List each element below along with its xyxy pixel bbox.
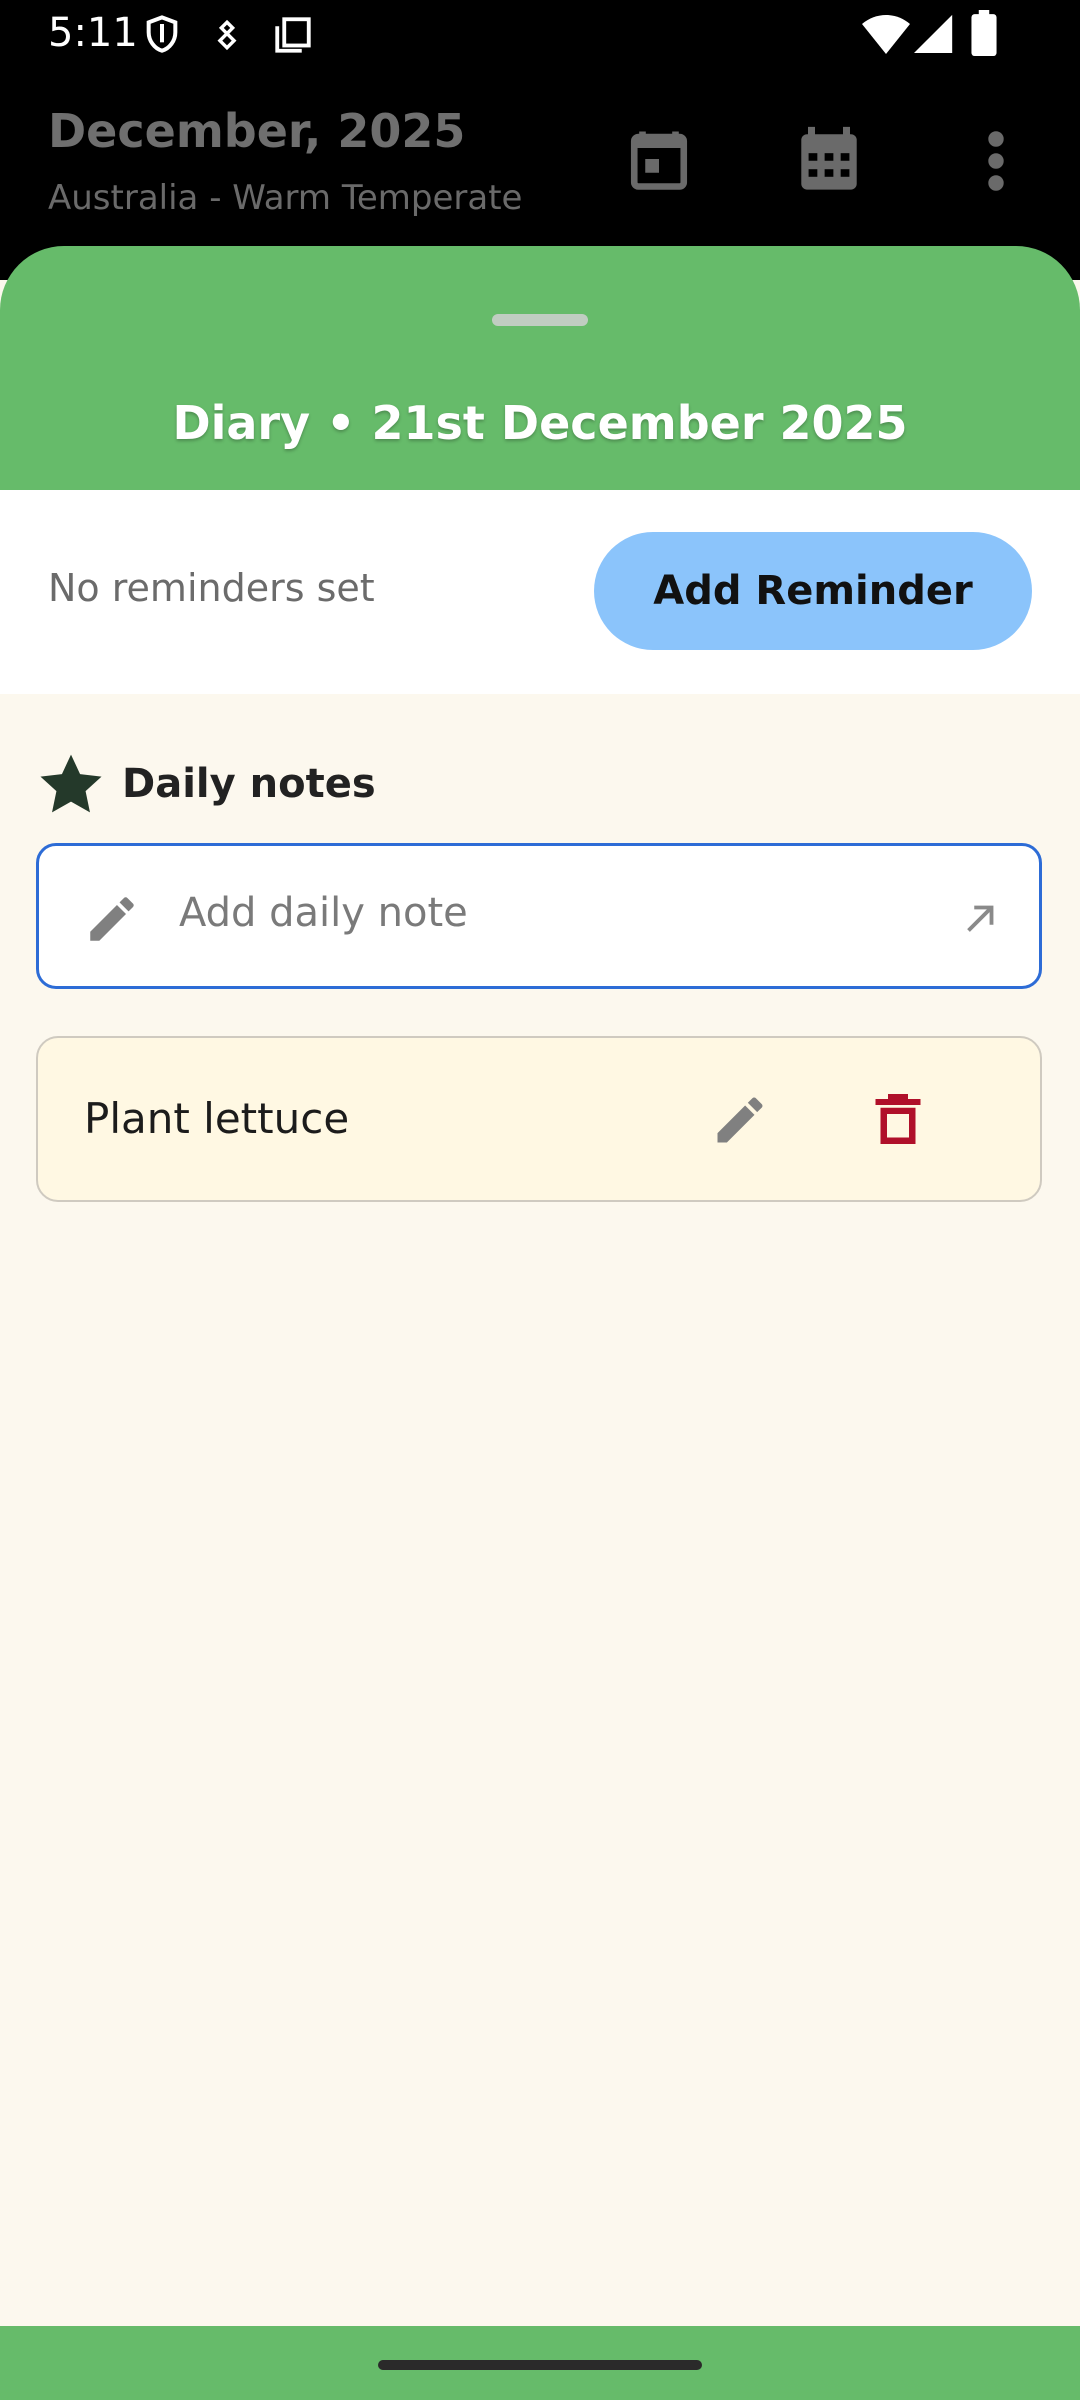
note-text: Plant lettuce <box>84 1094 350 1143</box>
add-daily-note-field[interactable]: Add daily note <box>36 843 1042 989</box>
more-vert-icon[interactable] <box>978 128 1014 194</box>
diary-sheet-title: Diary • 21st December 2025 <box>172 396 908 450</box>
add-reminder-button[interactable]: Add Reminder <box>594 532 1032 650</box>
edit-note-icon[interactable] <box>710 1090 770 1150</box>
app-bar-title: December, 2025 <box>48 104 466 158</box>
calendar-month-icon[interactable] <box>794 124 864 194</box>
reminders-status: No reminders set <box>48 566 375 610</box>
signal-icon <box>914 14 953 53</box>
diary-sheet-header: Diary • 21st December 2025 <box>0 246 1080 490</box>
app-bar-subtitle: Australia - Warm Temperate <box>48 178 523 218</box>
copy-icon <box>275 17 311 53</box>
pencil-icon <box>90 897 134 941</box>
daily-notes-heading: Daily notes <box>38 752 376 816</box>
wifi-icon <box>862 15 910 54</box>
star-icon <box>40 754 102 813</box>
delete-icon[interactable] <box>868 1088 928 1150</box>
arrow-up-right-icon[interactable] <box>957 896 1003 942</box>
app-top-area: 5:11 December, 2025 Australia - Warm Tem… <box>0 0 1080 280</box>
battery-icon <box>971 10 997 56</box>
daily-notes-label: Daily notes <box>122 761 376 807</box>
status-bar: 5:11 <box>0 0 1080 70</box>
note-card[interactable]: Plant lettuce <box>36 1036 1042 1202</box>
usb-icon <box>217 19 237 51</box>
shield-icon <box>146 15 178 53</box>
calendar-today-icon[interactable] <box>626 126 692 192</box>
add-daily-note-placeholder: Add daily note <box>179 890 468 936</box>
reminders-row: No reminders set Add Reminder <box>0 490 1080 694</box>
system-navigation-bar <box>0 2326 1080 2400</box>
status-time: 5:11 <box>48 10 138 56</box>
drag-handle[interactable] <box>492 314 588 326</box>
home-gesture-bar[interactable] <box>378 2360 702 2370</box>
